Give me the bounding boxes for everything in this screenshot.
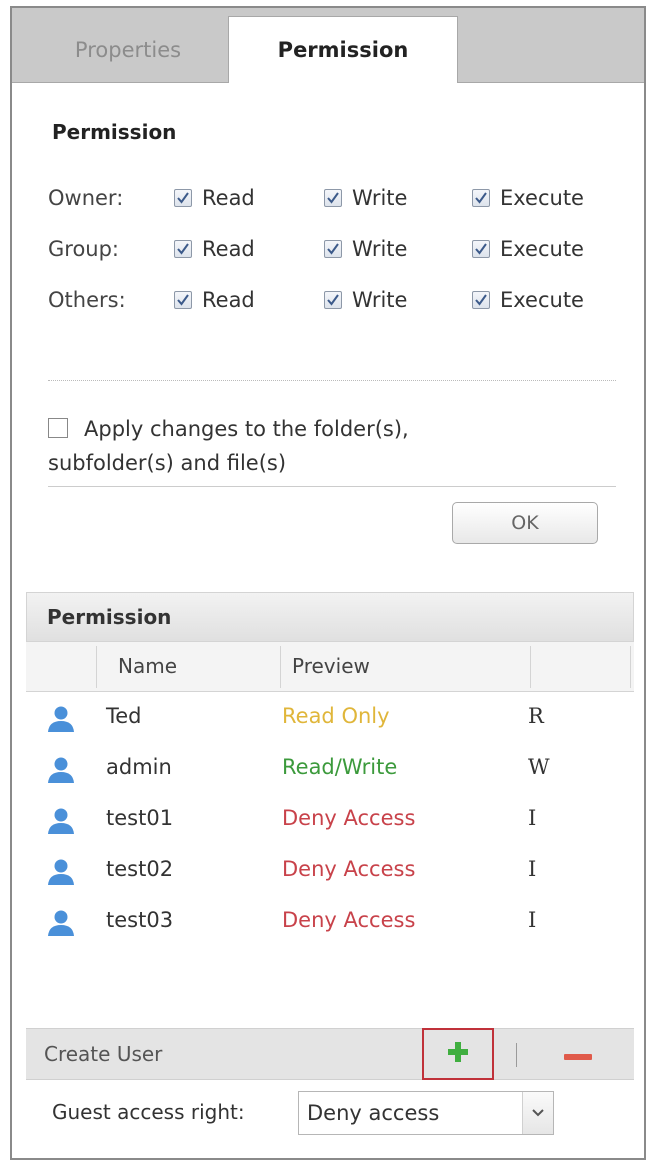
column-separator [280,646,281,688]
group-execute-checkbox[interactable]: Execute [472,237,584,261]
user-icon [46,705,76,733]
user-name: test01 [106,806,174,830]
user-icon [46,756,76,784]
others-permission-row: Others: Read Write Execute [48,288,628,318]
group-read-checkbox[interactable]: Read [174,237,255,261]
user-grid-column-header: Name Preview [26,642,634,692]
checkbox-checked-icon [174,291,192,309]
create-user-label: Create User [44,1042,163,1066]
owner-permission-row: Owner: Read Write Execute [48,186,628,216]
user-name: test03 [106,908,174,932]
apply-changes-checkbox[interactable] [48,418,68,438]
user-icon [46,858,76,886]
column-separator [530,646,531,688]
owner-read-checkbox[interactable]: Read [174,186,255,210]
tab-bar: Properties Permission [12,8,644,83]
table-row[interactable]: Ted Read Only R [26,694,634,744]
others-write-checkbox[interactable]: Write [324,288,407,312]
checkbox-checked-icon [324,189,342,207]
owner-write-checkbox[interactable]: Write [324,186,407,210]
table-row[interactable]: admin Read/Write W [26,745,634,795]
group-permission-row: Group: Read Write Execute [48,237,628,267]
user-icon [46,909,76,937]
user-permission-flag: I [528,857,537,881]
user-name: Ted [106,704,142,728]
apply-changes-label-line2: subfolder(s) and file(s) [48,451,287,475]
column-separator [630,646,631,688]
user-preview: Deny Access [282,857,416,881]
column-preview-header[interactable]: Preview [292,654,370,678]
checkbox-checked-icon [174,240,192,258]
checkbox-checked-icon [324,291,342,309]
guest-access-select[interactable]: Deny access [298,1091,554,1135]
permission-dialog: Properties Permission Permission Owner: … [10,6,646,1160]
user-preview: Deny Access [282,908,416,932]
user-preview: Deny Access [282,806,416,830]
others-read-checkbox[interactable]: Read [174,288,255,312]
table-row[interactable]: test02 Deny Access I [26,847,634,897]
owner-execute-checkbox[interactable]: Execute [472,186,584,210]
toolbar-separator [516,1043,517,1067]
checkbox-checked-icon [472,189,490,207]
apply-changes-label-line1: Apply changes to the folder(s), [84,417,409,441]
user-permission-flag: I [528,908,537,932]
user-name: test02 [106,857,174,881]
user-icon [46,807,76,835]
group-write-checkbox[interactable]: Write [324,237,407,261]
permission-section-title: Permission [52,120,177,144]
user-permission-flag: I [528,806,537,830]
tab-properties[interactable]: Properties [28,18,228,82]
user-grid-title: Permission [26,592,634,642]
user-name: admin [106,755,172,779]
group-label: Group: [48,237,120,261]
user-permission-flag: W [528,755,550,779]
section-divider [48,380,616,381]
others-label: Others: [48,288,126,312]
user-preview: Read/Write [282,755,398,779]
ok-button[interactable]: OK [452,502,598,544]
checkbox-checked-icon [324,240,342,258]
guest-access-value: Deny access [307,1101,440,1125]
chevron-down-icon[interactable] [522,1092,553,1134]
minus-icon [564,1046,592,1065]
add-user-button[interactable] [422,1028,494,1080]
table-row[interactable]: test03 Deny Access I [26,898,634,948]
others-execute-checkbox[interactable]: Execute [472,288,584,312]
remove-user-button[interactable] [556,1043,600,1067]
apply-divider [48,486,616,487]
user-preview: Read Only [282,704,390,728]
user-permission-flag: R [528,704,544,728]
tab-permission[interactable]: Permission [228,16,458,83]
checkbox-checked-icon [174,189,192,207]
column-separator [96,646,97,688]
apply-changes-option[interactable]: Apply changes to the folder(s), subfolde… [48,412,608,480]
checkbox-checked-icon [472,291,490,309]
column-name-header[interactable]: Name [118,654,177,678]
user-toolbar: Create User [26,1028,634,1080]
guest-access-label: Guest access right: [52,1100,245,1124]
owner-label: Owner: [48,186,124,210]
table-row[interactable]: test01 Deny Access I [26,796,634,846]
checkbox-checked-icon [472,240,490,258]
plus-icon [446,1040,470,1068]
